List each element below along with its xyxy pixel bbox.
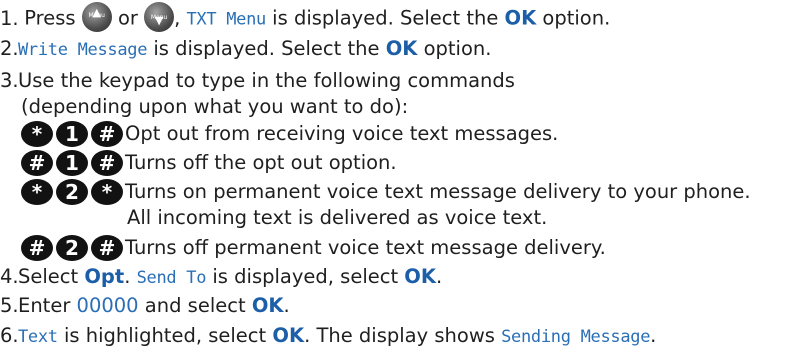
opt-option: Opt [84, 265, 125, 288]
star-key-icon: * [21, 179, 53, 205]
step-3: 3.Use the keypad to type in the followin… [0, 69, 515, 92]
display-text: Send To [136, 268, 207, 288]
command-row: # 2 # Turns off permanent voice text mes… [21, 235, 606, 261]
display-text: Text [18, 327, 58, 347]
ok-option: OK [385, 37, 418, 60]
step-number: 1. [0, 6, 19, 30]
hash-key-icon: # [91, 121, 123, 147]
step-1: 1. Press ▲ Menu or Menu ▼, TXT Menu is dis… [0, 2, 610, 34]
key-sequence: # 1 # [21, 150, 125, 176]
step-number: 5. [0, 294, 19, 317]
step-3-subline: (depending upon what you want to do): [21, 95, 409, 118]
two-key-icon: 2 [56, 235, 88, 261]
hash-key-icon: # [91, 150, 123, 176]
hash-key-icon: # [21, 235, 53, 261]
command-description-continued: All incoming text is delivered as voice … [127, 206, 548, 229]
step-number: 6. [0, 324, 19, 347]
one-key-icon: 1 [56, 121, 88, 147]
command-description: Turns off the opt out option. [125, 151, 397, 174]
star-key-icon: * [91, 179, 123, 205]
hash-key-icon: # [21, 150, 53, 176]
command-description: Opt out from receiving voice text messag… [125, 122, 559, 145]
command-row: # 1 # Turns off the opt out option. [21, 150, 397, 176]
key-sequence: * 2 * [21, 179, 125, 205]
instruction-list: 1. Press ▲ Menu or Menu ▼, TXT Menu is dis… [0, 0, 803, 352]
service-code: 00000 [76, 294, 139, 317]
step-number: 2. [0, 37, 19, 60]
ok-option: OK [251, 294, 284, 317]
display-text: Write Message [18, 40, 148, 60]
step-2: 2.Write Message is displayed. Select the… [0, 37, 492, 60]
ok-option: OK [404, 265, 436, 288]
one-key-icon: 1 [56, 150, 88, 176]
ok-option: OK [504, 6, 537, 30]
step-number: 4. [0, 265, 19, 288]
two-key-icon: 2 [56, 179, 88, 205]
key-sequence: # 2 # [21, 235, 125, 261]
command-description: Turns off permanent voice text message d… [125, 236, 606, 259]
menu-down-button-icon: Menu ▼ [144, 2, 175, 32]
display-text: TXT Menu [186, 9, 267, 30]
step-number: 3. [0, 69, 19, 92]
ok-option: OK [272, 324, 305, 347]
command-row: * 1 # Opt out from receiving voice text … [21, 121, 558, 147]
key-sequence: * 1 # [21, 121, 125, 147]
step-6: 6.Text is highlighted, select OK. The di… [0, 324, 657, 347]
step-4: 4.Select Opt. Send To is displayed, sele… [0, 265, 443, 288]
display-text: Sending Message [501, 327, 651, 347]
command-row: * 2 * Turns on permanent voice text mess… [21, 179, 751, 205]
step-5: 5.Enter 00000 and select OK. [0, 294, 290, 317]
star-key-icon: * [21, 121, 53, 147]
command-description: Turns on permanent voice text message de… [125, 180, 751, 203]
menu-up-button-icon: ▲ Menu [81, 2, 112, 32]
hash-key-icon: # [91, 235, 123, 261]
